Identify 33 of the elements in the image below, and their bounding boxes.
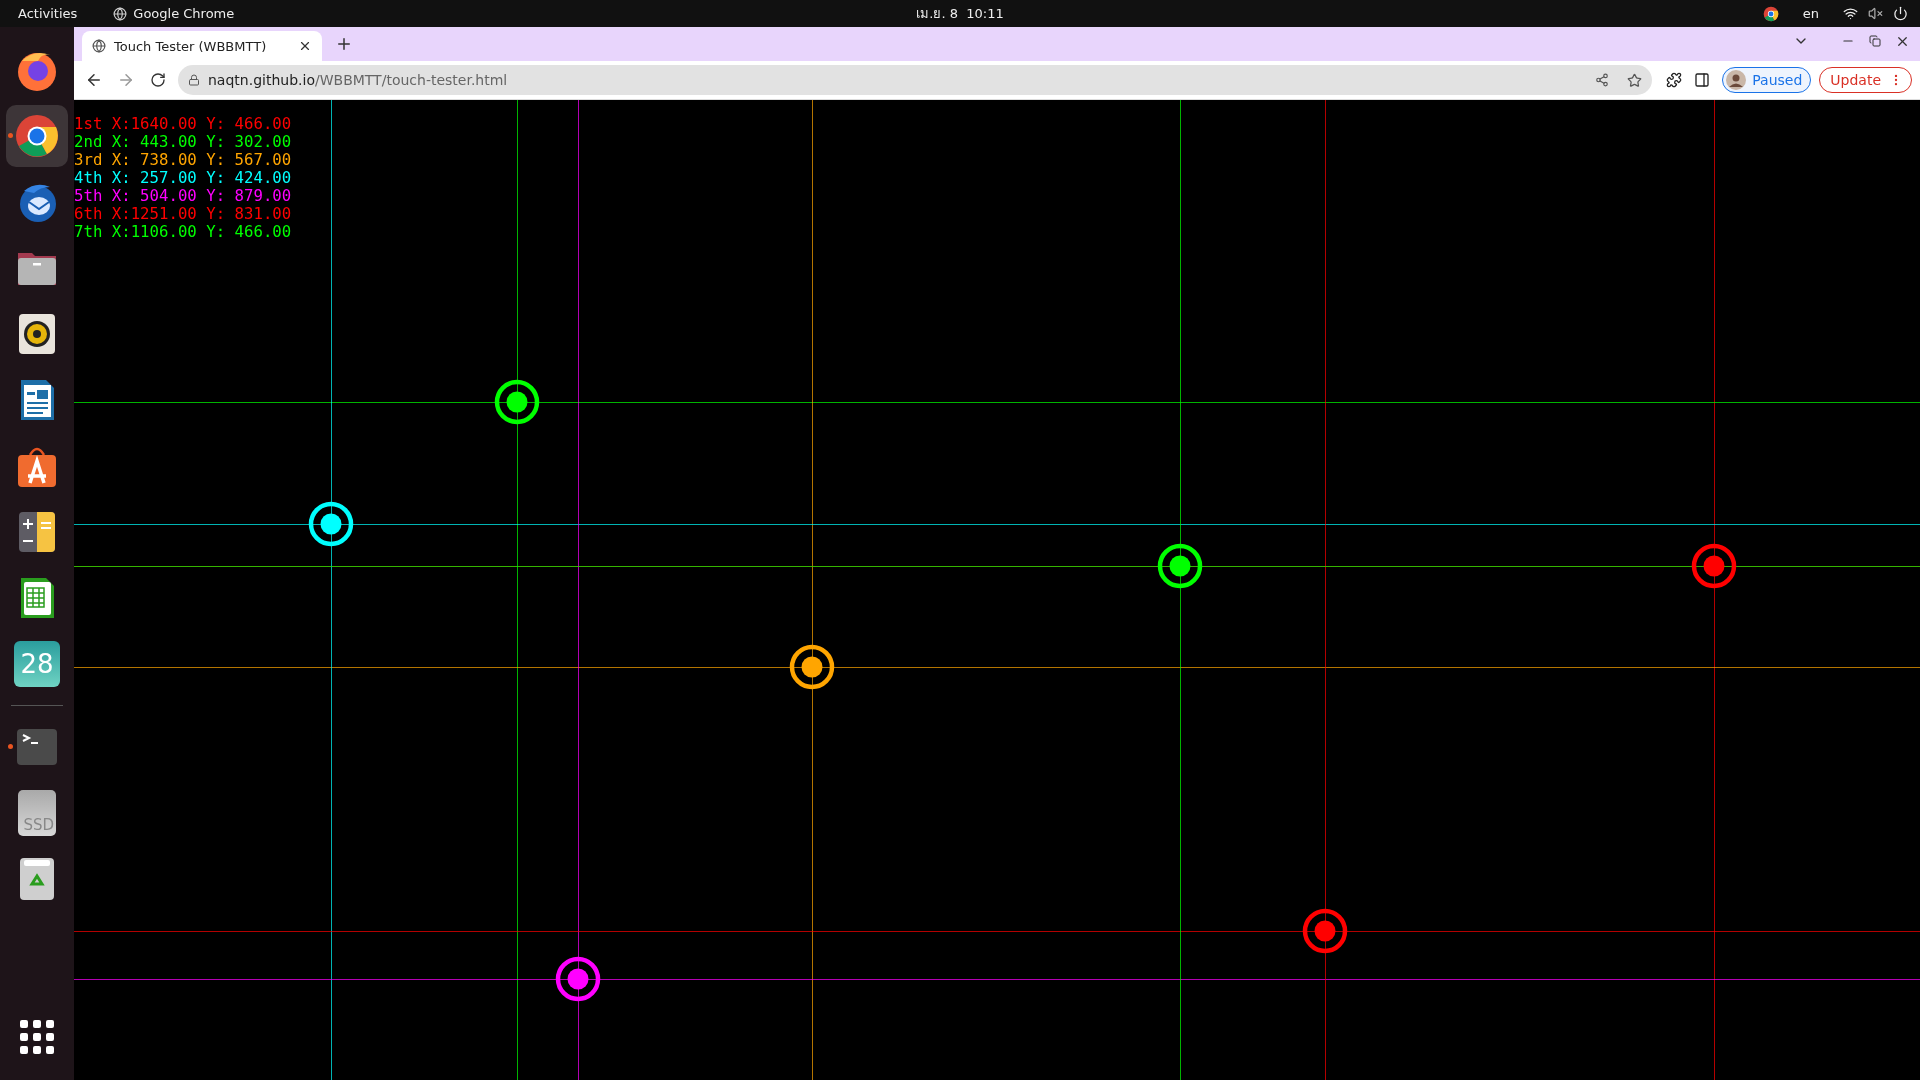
address-bar[interactable]: naqtn.github.io/WBBMTT/touch-tester.html	[178, 65, 1653, 95]
touch-coordinates: 6th X:1251.00 Y: 831.00	[74, 205, 292, 223]
close-tab-icon[interactable]	[298, 39, 312, 53]
browser-tab[interactable]: Touch Tester (WBBMTT)	[82, 31, 322, 61]
touch-coordinates: 1st X:1640.00 Y: 466.00	[74, 115, 292, 133]
muted-speaker-icon[interactable]	[1868, 6, 1883, 21]
drive-label: SSD	[23, 816, 54, 834]
extensions-icon[interactable]	[1666, 72, 1683, 88]
power-icon[interactable]	[1893, 6, 1908, 21]
language-indicator[interactable]: en	[1802, 6, 1819, 21]
calendar-date: 28	[20, 649, 54, 679]
touch-coordinates: 4th X: 257.00 Y: 424.00	[74, 169, 292, 187]
bookmark-star-icon[interactable]	[1627, 72, 1643, 88]
reload-icon	[150, 72, 166, 88]
touch-coordinates: 3rd X: 738.00 Y: 567.00	[74, 151, 292, 169]
touch-coordinates: 5th X: 504.00 Y: 879.00	[74, 187, 292, 205]
forward-arrow-icon	[117, 71, 135, 89]
profile-button[interactable]: Paused	[1722, 67, 1812, 93]
touch-coordinates: 2nd X: 443.00 Y: 302.00	[74, 133, 292, 151]
globe-icon	[92, 39, 106, 53]
restore-icon[interactable]	[1869, 35, 1881, 47]
touch-coordinates: 7th X:1106.00 Y: 466.00	[74, 223, 292, 241]
update-button[interactable]: Update	[1819, 67, 1912, 93]
share-icon[interactable]	[1595, 73, 1610, 87]
avatar-icon	[1726, 70, 1747, 90]
side-panel-icon[interactable]	[1694, 72, 1711, 88]
activities-button[interactable]: Activities	[18, 6, 78, 21]
app-menu[interactable]: Google Chrome	[133, 6, 235, 21]
plus-icon	[335, 35, 353, 53]
lock-icon	[188, 74, 200, 86]
clock[interactable]: เม.ย. 8 10:11	[916, 3, 1004, 24]
app-grid-icon[interactable]	[20, 1020, 54, 1054]
wifi-icon[interactable]	[1843, 6, 1858, 21]
